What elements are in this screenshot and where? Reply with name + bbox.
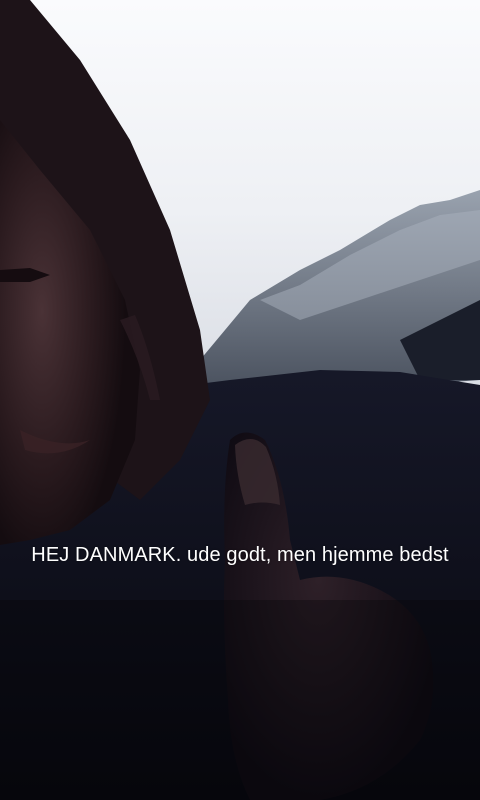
caption-bar: HEJ DANMARK. ude godt, men hjemme bedst [0,534,480,576]
caption-text: HEJ DANMARK. ude godt, men hjemme bedst [31,543,449,566]
photo-scene [0,0,480,800]
photo-snap: HEJ DANMARK. ude godt, men hjemme bedst [0,0,480,800]
